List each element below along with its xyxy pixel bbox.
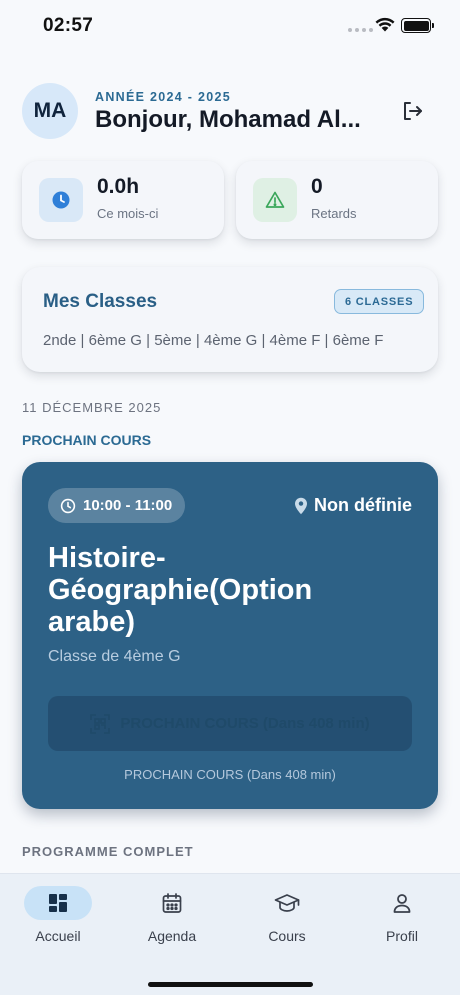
status-time: 02:57 xyxy=(43,15,94,36)
current-date-label: 11 DÉCEMBRE 2025 xyxy=(22,400,162,415)
calendar-icon xyxy=(162,893,182,913)
wifi-icon xyxy=(375,17,395,32)
course-countdown-note: PROCHAIN COURS (Dans 408 min) xyxy=(124,767,336,782)
classes-count-badge: 6 CLASSES xyxy=(334,289,425,314)
course-time-pill: 10:00 - 11:00 xyxy=(48,488,186,523)
hours-stat-card: 0.0h Ce mois-ci xyxy=(22,161,224,239)
nav-item-accueil[interactable]: Accueil xyxy=(8,886,108,944)
nav-item-profil[interactable]: Profil xyxy=(352,886,452,944)
home-indicator xyxy=(148,982,313,987)
qr-scan-icon xyxy=(90,713,111,734)
course-location: Non définie xyxy=(294,495,412,516)
delays-value: 0 xyxy=(311,175,323,198)
warning-icon xyxy=(265,191,285,208)
nav-label-accueil: Accueil xyxy=(35,928,81,944)
nav-label-agenda: Agenda xyxy=(147,928,197,944)
delays-icon-box xyxy=(253,178,297,222)
classes-list: 2nde | 6ème G | 5ème | 4ème G | 4ème F |… xyxy=(43,332,384,349)
course-title: Histoire-Géographie(Option arabe) xyxy=(48,542,313,638)
qr-checkin-label: PROCHAIN COURS (Dans 408 min) xyxy=(120,715,370,732)
hours-label: Ce mois-ci xyxy=(97,206,159,221)
bottom-navigation: Accueil Agenda Cours Profil xyxy=(0,873,460,995)
greeting-title: Bonjour, Mohamad Al... xyxy=(95,106,361,133)
nav-label-profil: Profil xyxy=(386,928,418,944)
dashboard-icon xyxy=(49,894,67,912)
course-time: 10:00 - 11:00 xyxy=(83,497,173,514)
logout-button[interactable] xyxy=(396,96,428,126)
nav-item-agenda[interactable]: Agenda xyxy=(122,886,222,944)
next-course-card[interactable]: 10:00 - 11:00 Non définie Histoire-Géogr… xyxy=(22,462,438,809)
location-pin-icon xyxy=(295,497,307,514)
person-icon xyxy=(393,894,411,913)
delays-stat-card: 0 Retards xyxy=(236,161,438,239)
full-program-heading: PROGRAMME COMPLET xyxy=(22,844,194,859)
delays-label: Retards xyxy=(311,206,357,221)
classes-title: Mes Classes xyxy=(43,291,158,312)
signal-icon xyxy=(348,28,373,32)
hours-value: 0.0h xyxy=(97,175,140,198)
status-bar: 02:57 xyxy=(0,0,460,54)
next-course-heading: PROCHAIN COURS xyxy=(22,432,152,448)
nav-label-cours: Cours xyxy=(268,928,306,944)
avatar[interactable]: MA xyxy=(22,83,78,139)
logout-icon xyxy=(404,102,422,120)
battery-icon xyxy=(401,18,434,33)
nav-item-cours[interactable]: Cours xyxy=(237,886,337,944)
hours-icon-box xyxy=(39,178,83,222)
graduation-cap-icon xyxy=(274,894,300,912)
school-year-label: ANNÉE 2024 - 2025 xyxy=(95,90,232,104)
classes-card[interactable]: Mes Classes 6 CLASSES 2nde | 6ème G | 5è… xyxy=(22,267,438,372)
clock-outline-icon xyxy=(60,498,76,513)
course-class: Classe de 4ème G xyxy=(48,648,181,665)
course-location-text: Non définie xyxy=(314,495,412,515)
qr-checkin-button[interactable]: PROCHAIN COURS (Dans 408 min) xyxy=(48,696,412,751)
clock-icon xyxy=(52,191,70,209)
